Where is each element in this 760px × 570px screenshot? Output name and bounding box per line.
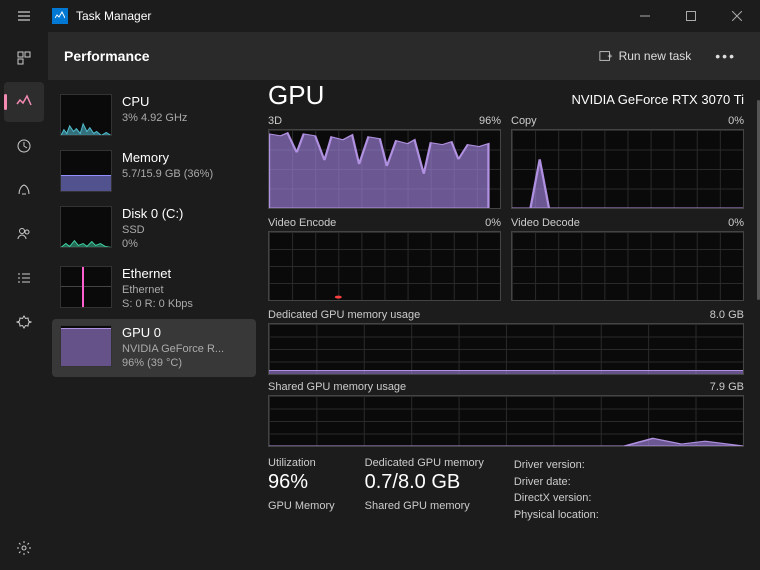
chart-3d-label[interactable]: 3D <box>268 115 282 127</box>
gpumem-label: GPU Memory <box>268 500 335 512</box>
chart-copy-label[interactable]: Copy <box>511 115 537 127</box>
disk-name: Disk 0 (C:) <box>122 206 248 221</box>
hamburger-menu[interactable] <box>8 0 40 32</box>
ded-label: Dedicated GPU memory <box>365 457 484 469</box>
cpu-stats: 3% 4.92 GHz <box>122 111 248 125</box>
ethernet-name: Ethernet <box>122 266 248 281</box>
memory-stats: 5.7/15.9 GB (36%) <box>122 167 248 181</box>
util-label: Utilization <box>268 457 335 469</box>
ethernet-adapter: Ethernet <box>122 283 248 297</box>
page-header: Performance Run new task ••• <box>48 32 760 80</box>
chart-vdec-value: 0% <box>728 217 744 229</box>
titlebar: Task Manager <box>0 0 760 32</box>
page-title: Performance <box>64 48 150 64</box>
resource-cpu[interactable]: CPU 3% 4.92 GHz <box>52 88 256 142</box>
ethernet-thumbnail <box>60 266 112 308</box>
nav-services[interactable] <box>4 302 44 342</box>
disk-type: SSD <box>122 223 248 237</box>
chart-copy <box>511 129 744 209</box>
chart-dedicated-memory <box>268 323 744 375</box>
gpu-stats: 96% (39 °C) <box>122 356 248 370</box>
driver-version-label: Driver version: <box>514 457 599 474</box>
app-icon <box>52 8 68 24</box>
driver-info: Driver version: Driver date: DirectX ver… <box>514 457 599 523</box>
gpu-thumbnail <box>60 325 112 367</box>
detail-device: NVIDIA GeForce RTX 3070 Ti <box>572 92 744 107</box>
nav-rail <box>0 32 48 570</box>
chart-3d <box>268 129 501 209</box>
resource-disk[interactable]: Disk 0 (C:) SSD 0% <box>52 200 256 258</box>
minimize-button[interactable] <box>622 0 668 32</box>
app-title: Task Manager <box>76 9 151 23</box>
driver-date-label: Driver date: <box>514 474 599 491</box>
window-controls <box>622 0 760 32</box>
shared-mem-label: Shared GPU memory usage <box>268 381 406 393</box>
cpu-thumbnail <box>60 94 112 136</box>
resource-list: CPU 3% 4.92 GHz Memory 5.7/15.9 GB (36%)… <box>48 80 260 570</box>
nav-processes[interactable] <box>4 38 44 78</box>
memory-thumbnail <box>60 150 112 192</box>
nav-performance[interactable] <box>4 82 44 122</box>
run-new-task-label: Run new task <box>619 49 692 63</box>
util-value: 96% <box>268 471 335 494</box>
chart-vdec-label[interactable]: Video Decode <box>511 217 580 229</box>
chart-copy-value: 0% <box>728 115 744 127</box>
ethernet-stats: S: 0 R: 0 Kbps <box>122 297 248 311</box>
dedicated-mem-max: 8.0 GB <box>710 309 744 321</box>
resource-memory[interactable]: Memory 5.7/15.9 GB (36%) <box>52 144 256 198</box>
nav-users[interactable] <box>4 214 44 254</box>
shared-mem-max: 7.9 GB <box>710 381 744 393</box>
shared-label: Shared GPU memory <box>365 500 484 512</box>
chart-3d-value: 96% <box>479 115 501 127</box>
dedicated-mem-label: Dedicated GPU memory usage <box>268 309 420 321</box>
detail-title: GPU <box>268 80 324 111</box>
close-button[interactable] <box>714 0 760 32</box>
maximize-button[interactable] <box>668 0 714 32</box>
resource-gpu[interactable]: GPU 0 NVIDIA GeForce R... 96% (39 °C) <box>52 319 256 377</box>
disk-pct: 0% <box>122 237 248 251</box>
disk-thumbnail <box>60 206 112 248</box>
nav-details[interactable] <box>4 258 44 298</box>
resource-ethernet[interactable]: Ethernet Ethernet S: 0 R: 0 Kbps <box>52 260 256 318</box>
ded-value: 0.7/8.0 GB <box>365 471 484 494</box>
memory-name: Memory <box>122 150 248 165</box>
physical-location-label: Physical location: <box>514 507 599 524</box>
cpu-name: CPU <box>122 94 248 109</box>
directx-version-label: DirectX version: <box>514 490 599 507</box>
chart-venc-label[interactable]: Video Encode <box>268 217 336 229</box>
nav-history[interactable] <box>4 126 44 166</box>
chart-shared-memory <box>268 395 744 447</box>
gpu-name: GPU 0 <box>122 325 248 340</box>
nav-startup[interactable] <box>4 170 44 210</box>
chart-venc-value: 0% <box>485 217 501 229</box>
detail-panel: GPU NVIDIA GeForce RTX 3070 Ti 3D 96% Cop… <box>260 80 760 570</box>
chart-video-encode <box>268 231 501 301</box>
run-new-task-button[interactable]: Run new task <box>591 45 700 67</box>
more-button[interactable]: ••• <box>707 44 744 68</box>
nav-settings[interactable] <box>4 528 44 568</box>
stats-row: Utilization 96% GPU Memory Dedicated GPU… <box>268 457 744 523</box>
chart-video-decode <box>511 231 744 301</box>
gpu-device: NVIDIA GeForce R... <box>122 342 248 356</box>
